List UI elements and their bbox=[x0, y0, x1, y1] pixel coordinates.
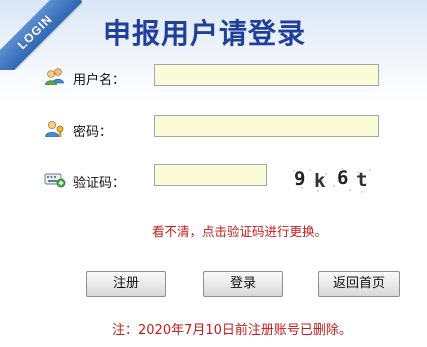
login-badge-text: LOGIN bbox=[14, 11, 56, 53]
password-input[interactable] bbox=[154, 115, 379, 137]
back-home-button[interactable]: 返回首页 bbox=[318, 271, 400, 297]
user-key-icon bbox=[44, 119, 66, 137]
keyboard-add-icon bbox=[44, 170, 66, 188]
captcha-char: 6 bbox=[337, 167, 349, 189]
login-button[interactable]: 登录 bbox=[203, 271, 283, 297]
captcha-char: t bbox=[356, 169, 368, 191]
captcha-label: 验证码： bbox=[73, 176, 126, 191]
captcha-input[interactable] bbox=[154, 164, 267, 186]
page-title: 申报用户请登录 bbox=[103, 17, 307, 50]
login-corner-badge: LOGIN bbox=[0, 0, 82, 70]
captcha-image[interactable]: 9 k 6 t bbox=[288, 166, 374, 194]
login-ribbon: LOGIN bbox=[0, 0, 82, 70]
account-notice: 注：2020年7月10日前注册账号已删除。 bbox=[112, 323, 352, 338]
captcha-refresh-hint: 看不清，点击验证码进行更换。 bbox=[152, 224, 328, 239]
username-label: 用户名： bbox=[73, 73, 126, 88]
captcha-char: 9 bbox=[294, 168, 306, 190]
username-input[interactable] bbox=[154, 64, 379, 86]
captcha-char: k bbox=[314, 170, 326, 192]
users-icon bbox=[44, 67, 66, 85]
password-label: 密码： bbox=[73, 125, 113, 140]
register-button[interactable]: 注册 bbox=[86, 271, 166, 297]
